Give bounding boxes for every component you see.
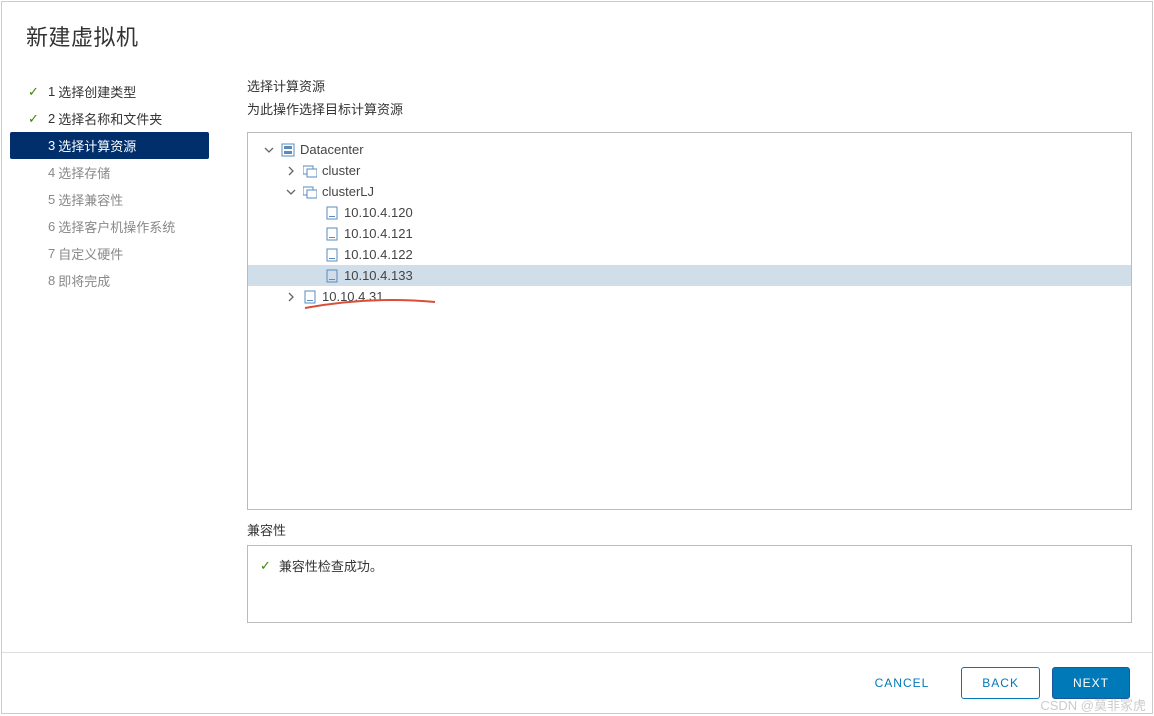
section-heading: 选择计算资源	[247, 76, 1132, 95]
tree-label: clusterLJ	[322, 184, 374, 199]
check-icon: ✓	[28, 111, 39, 127]
datacenter-icon	[281, 143, 295, 157]
chevron-down-icon[interactable]	[264, 145, 278, 155]
step-7: 7 自定义硬件	[10, 240, 209, 267]
tree-row-cluster[interactable]: cluster	[248, 160, 1131, 181]
dialog-footer: CANCEL BACK NEXT	[2, 652, 1152, 713]
step-1[interactable]: ✓ 1 选择创建类型	[10, 78, 209, 105]
tree-row-datacenter[interactable]: Datacenter	[248, 139, 1131, 160]
cancel-button[interactable]: CANCEL	[855, 667, 950, 699]
compat-message: 兼容性检查成功。	[279, 556, 383, 575]
step-label: 选择创建类型	[58, 82, 136, 101]
step-5: 5 选择兼容性	[10, 186, 209, 213]
tree-label: cluster	[322, 163, 360, 178]
tree-row-host[interactable]: 10.10.4.122	[248, 244, 1131, 265]
resource-tree[interactable]: Datacenter cluster	[247, 132, 1132, 510]
step-3[interactable]: 3 选择计算资源	[10, 132, 209, 159]
host-icon	[325, 227, 339, 241]
host-icon	[325, 206, 339, 220]
tree-label: 10.10.4.121	[344, 226, 413, 241]
cluster-icon	[303, 164, 317, 178]
section-subtitle: 为此操作选择目标计算资源	[247, 99, 1132, 118]
step-label: 选择客户机操作系统	[58, 217, 175, 236]
dialog-header: 新建虚拟机	[2, 2, 1152, 68]
dialog-title: 新建虚拟机	[26, 20, 1128, 52]
step-6: 6 选择客户机操作系统	[10, 213, 209, 240]
chevron-right-icon[interactable]	[286, 292, 300, 302]
host-icon	[325, 248, 339, 262]
compat-box: ✓ 兼容性检查成功。	[247, 545, 1132, 623]
tree-row-host[interactable]: 10.10.4.31	[248, 286, 1131, 307]
tree-row-host[interactable]: 10.10.4.120	[248, 202, 1131, 223]
tree-label: 10.10.4.31	[322, 289, 383, 304]
step-label: 选择名称和文件夹	[58, 109, 162, 128]
cluster-icon	[303, 185, 317, 199]
tree-label: 10.10.4.133	[344, 268, 413, 283]
check-icon: ✓	[260, 558, 271, 574]
step-label: 自定义硬件	[58, 244, 123, 263]
step-label: 即将完成	[58, 271, 110, 290]
chevron-down-icon[interactable]	[286, 187, 300, 197]
tree-label: Datacenter	[300, 142, 364, 157]
step-label: 选择存储	[58, 163, 110, 182]
watermark: CSDN @莫非冢虎	[1040, 695, 1146, 714]
step-label: 选择计算资源	[58, 136, 136, 155]
tree-row-clusterlj[interactable]: clusterLJ	[248, 181, 1131, 202]
chevron-right-icon[interactable]	[286, 166, 300, 176]
tree-label: 10.10.4.120	[344, 205, 413, 220]
compat-heading: 兼容性	[247, 520, 1132, 539]
back-button[interactable]: BACK	[961, 667, 1040, 699]
step-8: 8 即将完成	[10, 267, 209, 294]
tree-row-host-selected[interactable]: 10.10.4.133	[248, 265, 1131, 286]
wizard-steps: ✓ 1 选择创建类型 ✓ 2 选择名称和文件夹 3 选择计算资源 4 选择存储 …	[2, 68, 217, 652]
tree-label: 10.10.4.122	[344, 247, 413, 262]
step-4: 4 选择存储	[10, 159, 209, 186]
step-label: 选择兼容性	[58, 190, 123, 209]
step-2[interactable]: ✓ 2 选择名称和文件夹	[10, 105, 209, 132]
check-icon: ✓	[28, 84, 39, 100]
tree-row-host[interactable]: 10.10.4.121	[248, 223, 1131, 244]
host-icon	[303, 290, 317, 304]
host-icon	[325, 269, 339, 283]
